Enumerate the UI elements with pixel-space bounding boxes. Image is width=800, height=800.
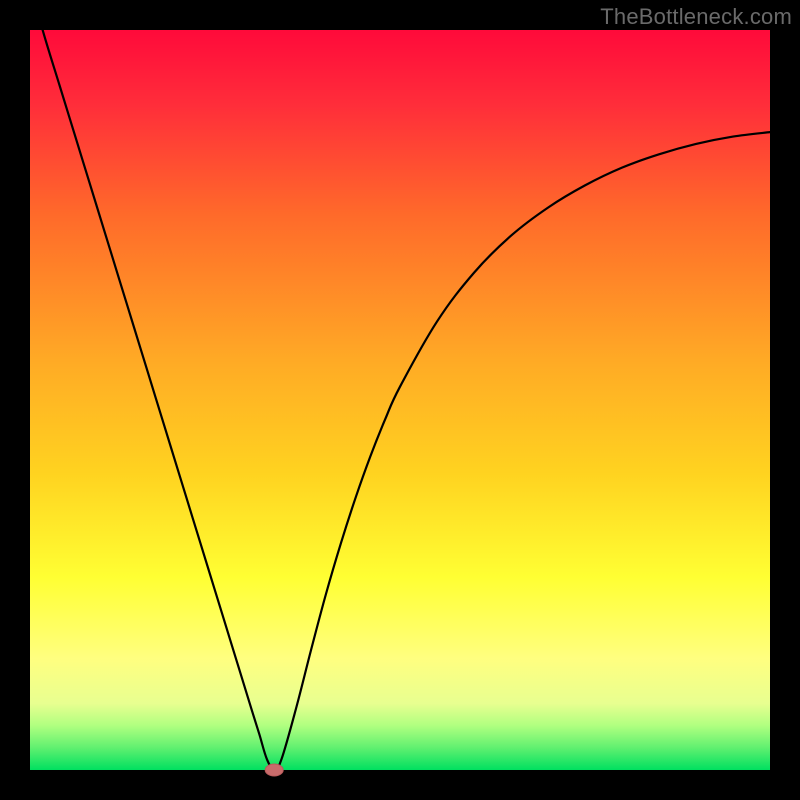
watermark-text: TheBottleneck.com xyxy=(600,4,792,30)
plot-background xyxy=(30,30,770,770)
bottleneck-chart xyxy=(0,0,800,800)
optimum-marker xyxy=(265,764,283,776)
chart-frame: { "watermark": "TheBottleneck.com", "col… xyxy=(0,0,800,800)
